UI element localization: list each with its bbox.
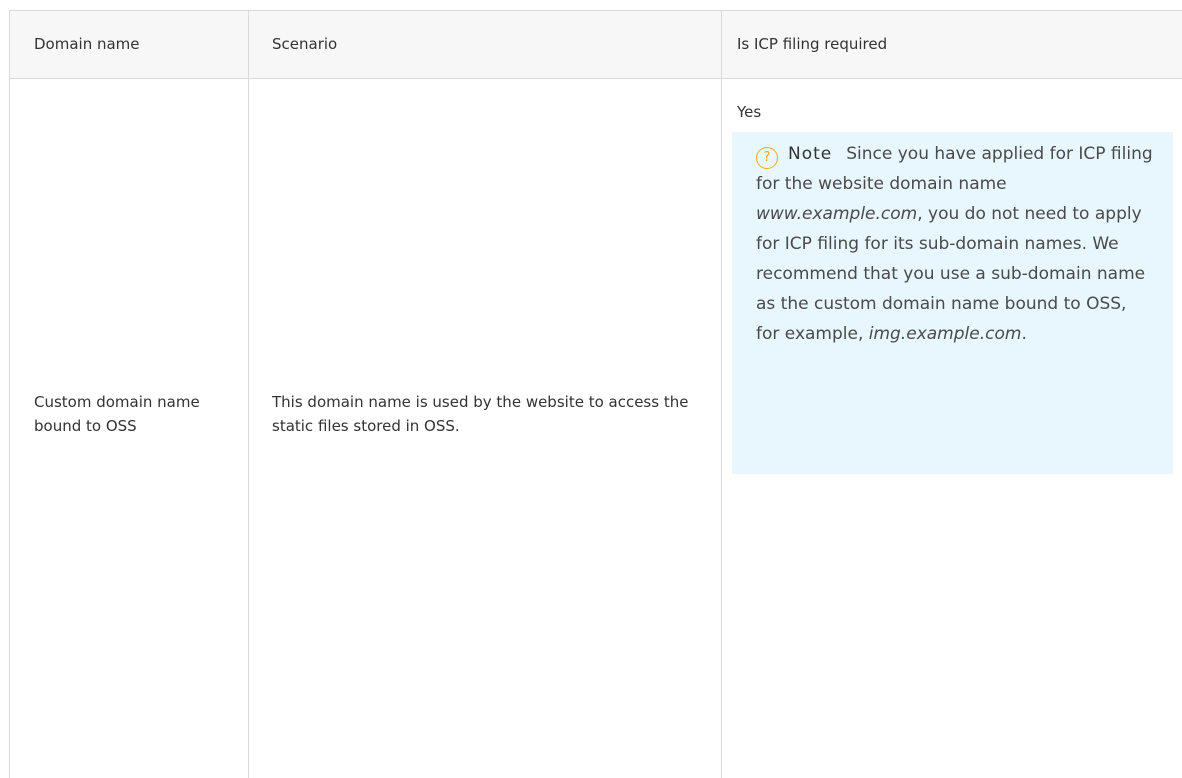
note-subdomain-example: img.example.com bbox=[868, 324, 1022, 344]
cell-scenario: This domain name is used by the website … bbox=[272, 393, 689, 435]
note-text: ? Note Since you have applied for ICP fili… bbox=[756, 139, 1153, 349]
note-text-middle: , you do not need to apply for ICP filin… bbox=[756, 204, 1146, 344]
header-domain-name: Domain name bbox=[34, 35, 140, 53]
question-circle-icon: ? bbox=[756, 147, 778, 169]
table-header: Domain name Scenario Is ICP filing requi… bbox=[10, 11, 1182, 79]
column-divider bbox=[721, 11, 722, 778]
column-divider bbox=[248, 11, 249, 778]
header-scenario: Scenario bbox=[272, 35, 338, 53]
cell-icp-value: Yes bbox=[737, 103, 762, 121]
note-text-after: . bbox=[1021, 324, 1027, 344]
note-domain-example: www.example.com bbox=[756, 204, 918, 224]
note-label: Note bbox=[788, 144, 833, 164]
note-callout: ? Note Since you have applied for ICP fili… bbox=[732, 132, 1173, 474]
cell-domain-name: Custom domain name bound to OSS bbox=[34, 393, 200, 435]
header-icp-required: Is ICP filing required bbox=[737, 35, 888, 53]
